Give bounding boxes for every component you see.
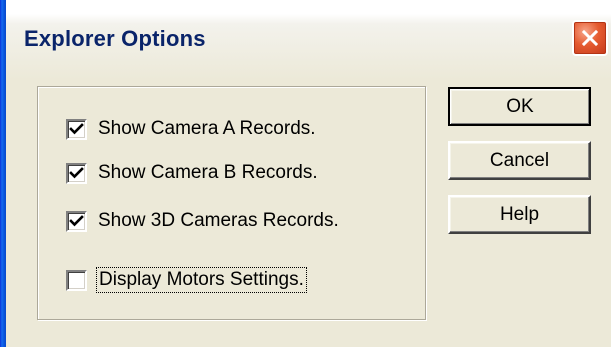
option-show-camera-b[interactable]: Show Camera B Records. <box>66 158 318 188</box>
checkbox-show-3d-cameras[interactable] <box>66 210 87 232</box>
explorer-options-dialog: Explorer Options Show Camera A Records. … <box>0 0 611 347</box>
checkmark-icon <box>69 214 84 226</box>
close-icon <box>581 29 599 47</box>
checkbox-display-motors-settings[interactable] <box>66 269 87 291</box>
checkmark-icon <box>69 122 84 134</box>
label-display-motors-settings: Display Motors Settings. <box>96 267 307 293</box>
help-button[interactable]: Help <box>448 195 591 234</box>
label-show-camera-b: Show Camera B Records. <box>98 162 318 183</box>
label-show-3d-cameras: Show 3D Cameras Records. <box>98 210 339 231</box>
dialog-title: Explorer Options <box>24 26 206 51</box>
checkbox-show-camera-a[interactable] <box>66 118 87 140</box>
option-show-3d-cameras[interactable]: Show 3D Cameras Records. <box>66 206 339 236</box>
label-show-camera-a: Show Camera A Records. <box>98 118 316 139</box>
checkbox-show-camera-b[interactable] <box>66 162 87 184</box>
title-bar[interactable]: Explorer Options <box>0 0 611 80</box>
cancel-button[interactable]: Cancel <box>448 141 591 180</box>
option-display-motors-settings[interactable]: Display Motors Settings. <box>66 265 307 295</box>
frame-corner <box>606 0 611 14</box>
option-show-camera-a[interactable]: Show Camera A Records. <box>66 114 316 144</box>
ok-button[interactable]: OK <box>448 87 591 126</box>
window-left-frame <box>0 0 6 347</box>
checkmark-icon <box>69 166 84 178</box>
close-button[interactable] <box>572 20 608 56</box>
